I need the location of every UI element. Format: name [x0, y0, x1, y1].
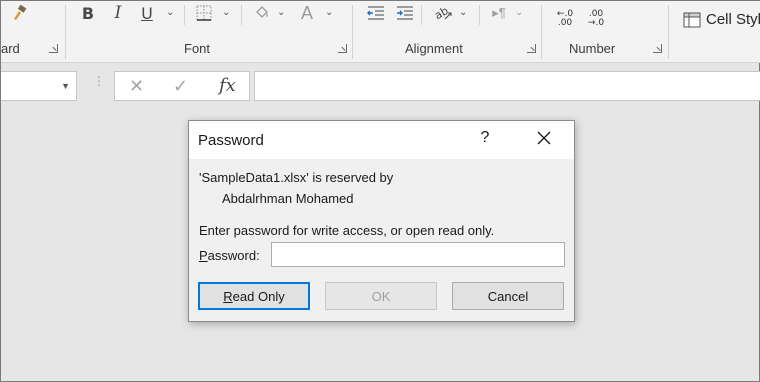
ribbon-separator	[352, 5, 353, 59]
text-direction-chevron-down-icon[interactable]: ⌄	[515, 7, 523, 18]
number-dialog-launcher[interactable]	[653, 44, 662, 53]
ok-button[interactable]: OK	[325, 282, 437, 310]
name-box[interactable]: ▼	[1, 71, 77, 101]
reserved-message: 'SampleData1.xlsx' is reserved by	[199, 170, 394, 185]
borders-button[interactable]	[193, 3, 215, 23]
ribbon-separator	[541, 5, 542, 59]
text-direction-button[interactable]: ▸¶	[488, 3, 510, 23]
close-button[interactable]	[530, 127, 558, 153]
increase-decimal-button[interactable]: ←.0 .00	[554, 8, 576, 30]
password-label-accesskey: P	[199, 248, 208, 263]
text-orientation-icon: ab	[433, 4, 452, 22]
help-button[interactable]: ?	[475, 129, 495, 151]
decrease-indent-icon	[367, 6, 384, 20]
increase-decimal-bottom: .00	[557, 18, 573, 28]
formula-buttons: ✕ ✓ fx	[114, 71, 250, 101]
dialog-title: Password	[198, 132, 264, 149]
password-dialog: Password ? 'SampleData1.xlsx' is reserve…	[188, 120, 575, 322]
formula-bar-grip-icon[interactable]: ⋮	[93, 75, 105, 87]
cell-styles-icon[interactable]	[682, 10, 702, 30]
ribbon-separator	[479, 5, 480, 25]
format-painter-icon[interactable]	[9, 3, 31, 23]
font-color-button[interactable]: A	[296, 3, 318, 23]
underline-button[interactable]: U	[138, 3, 156, 23]
italic-button[interactable]: I	[109, 3, 127, 23]
bold-button[interactable]: B	[79, 3, 97, 23]
formula-input[interactable]	[254, 71, 760, 101]
borders-icon	[196, 5, 212, 21]
ribbon-separator	[241, 5, 242, 25]
cancel-button[interactable]: Cancel	[452, 282, 564, 310]
cancel-entry-button[interactable]: ✕	[129, 76, 144, 97]
underline-chevron-down-icon[interactable]: ⌄	[166, 7, 174, 18]
insert-function-button[interactable]: fx	[219, 75, 236, 96]
enter-entry-button[interactable]: ✓	[173, 76, 188, 97]
reserved-owner-name: Abdalrhman Mohamed	[222, 191, 354, 206]
password-label-text: assword:	[207, 248, 260, 263]
ribbon-separator	[184, 5, 185, 25]
dialog-titlebar: Password ?	[189, 121, 574, 159]
password-input[interactable]	[271, 242, 565, 267]
cell-styles-label[interactable]: Cell Styl	[706, 11, 760, 28]
decrease-decimal-bottom: →.0	[587, 18, 605, 28]
paint-bucket-icon	[256, 6, 268, 18]
ribbon-separator	[421, 5, 422, 25]
decrease-decimal-button[interactable]: .00 →.0	[585, 8, 607, 30]
fill-color-button[interactable]	[251, 3, 273, 23]
borders-chevron-down-icon[interactable]: ⌄	[222, 7, 230, 18]
increase-indent-icon	[397, 6, 413, 20]
read-only-button[interactable]: Read Only	[198, 282, 310, 310]
read-only-accesskey: R	[223, 288, 233, 304]
font-color-chevron-down-icon[interactable]: ⌄	[325, 7, 333, 18]
decrease-indent-button[interactable]	[365, 3, 387, 23]
read-only-label: ead Only	[232, 288, 285, 304]
formula-bar: ▼ ⋮ ✕ ✓ fx	[1, 71, 760, 103]
clipboard-dialog-launcher[interactable]	[49, 44, 58, 53]
font-dialog-launcher[interactable]	[338, 44, 347, 53]
clipboard-group-label: ard	[1, 41, 20, 56]
orientation-button[interactable]: ab	[431, 3, 455, 23]
password-label: Password:	[199, 248, 260, 263]
increase-indent-button[interactable]	[394, 3, 416, 23]
ribbon-separator	[65, 5, 66, 59]
alignment-dialog-launcher[interactable]	[527, 44, 536, 53]
name-box-chevron-down-icon[interactable]: ▼	[61, 81, 70, 91]
orientation-chevron-down-icon[interactable]: ⌄	[459, 7, 467, 18]
number-group-label: Number	[569, 41, 616, 56]
fill-color-chevron-down-icon[interactable]: ⌄	[277, 7, 285, 18]
alignment-group-label: Alignment	[405, 41, 463, 56]
ribbon-separator	[668, 5, 669, 59]
close-icon	[537, 131, 551, 145]
instruction-text: Enter password for write access, or open…	[199, 223, 495, 238]
font-group-label: Font	[184, 41, 211, 56]
ribbon: ard B I U ⌄ ⌄ ⌄ A ⌄ Font ab ⌄ ▸¶ ⌄ Align…	[1, 1, 760, 63]
